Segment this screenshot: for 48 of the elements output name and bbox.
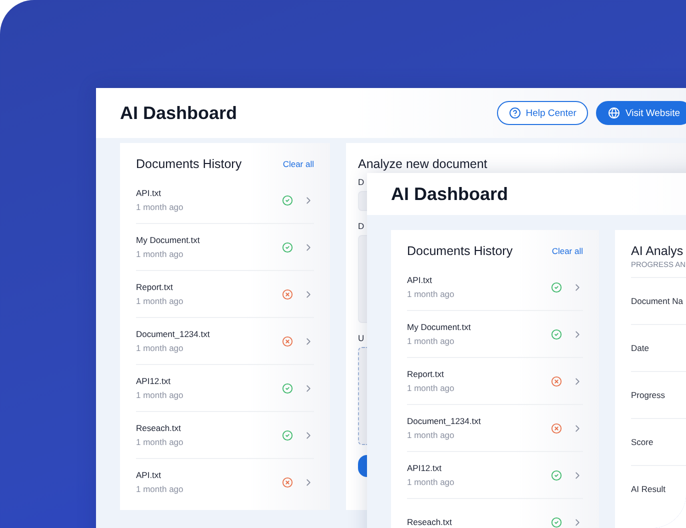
file-name: Reseach.txt <box>136 423 182 433</box>
file-time: 1 month ago <box>136 343 184 353</box>
card-title: Documents History <box>407 244 513 258</box>
file-name: Report.txt <box>136 282 174 292</box>
clear-all-link[interactable]: Clear all <box>552 246 583 256</box>
field-label: U <box>358 333 364 343</box>
field-label: AI Result <box>631 484 666 494</box>
card-title: Documents History <box>136 157 242 171</box>
window-title: AI Dashboard <box>120 102 238 124</box>
file-name: My Document.txt <box>136 235 201 245</box>
upload-area[interactable] <box>358 347 367 445</box>
submit-button[interactable] <box>358 455 367 477</box>
file-time: 1 month ago <box>407 477 456 487</box>
file-name: API.txt <box>136 188 162 198</box>
file-time: 1 month ago <box>136 437 184 447</box>
window-title: AI Dashboard <box>391 184 510 204</box>
field-label: Date <box>631 343 649 353</box>
card-title: Analyze new document <box>358 157 488 171</box>
file-time: 1 month ago <box>136 390 184 400</box>
file-time: 1 month ago <box>407 430 456 440</box>
help-icon <box>508 107 521 119</box>
file-name: My Document.txt <box>407 322 472 332</box>
globe-icon <box>608 107 620 119</box>
clear-all-link[interactable]: Clear all <box>282 159 314 169</box>
file-time: 1 month ago <box>136 249 184 259</box>
file-time: 1 month ago <box>136 296 184 306</box>
field-label: Document Na <box>631 296 683 306</box>
file-name: Document_1234.txt <box>407 416 482 426</box>
field-label: Score <box>631 437 654 447</box>
file-name: API.txt <box>136 470 162 480</box>
file-time: 1 month ago <box>136 484 184 494</box>
file-name: Report.txt <box>407 369 445 379</box>
file-name: Document_1234.txt <box>136 329 211 339</box>
input-field[interactable] <box>358 191 367 211</box>
card-title: AI Analys <box>631 244 684 258</box>
file-name: Reseach.txt <box>407 517 453 527</box>
field-label: Progress <box>631 390 666 400</box>
file-time: 1 month ago <box>407 289 456 299</box>
file-name: API12.txt <box>407 463 442 473</box>
file-name: API.txt <box>407 275 434 285</box>
visit-website-button[interactable]: Visit Website <box>596 101 686 125</box>
file-time: 1 month ago <box>407 336 456 346</box>
file-time: 1 month ago <box>407 383 456 393</box>
field-label: D <box>358 221 364 231</box>
file-time: 1 month ago <box>136 202 184 212</box>
field-label: D <box>358 177 364 187</box>
help-center-button[interactable]: Help Center <box>496 101 588 125</box>
file-name: API12.txt <box>136 376 172 386</box>
